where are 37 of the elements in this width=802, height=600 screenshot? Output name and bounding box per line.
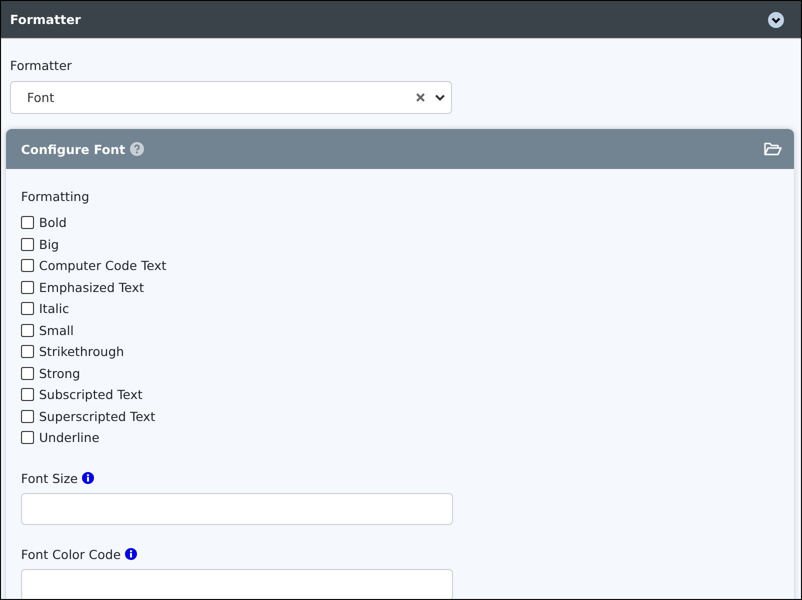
card-title: Configure Font bbox=[21, 142, 126, 156]
checkbox[interactable] bbox=[21, 324, 34, 337]
checkbox-label: Small bbox=[39, 322, 74, 338]
folder-icon[interactable] bbox=[764, 142, 782, 156]
checkbox[interactable] bbox=[21, 216, 34, 230]
checkbox-label: Bold bbox=[39, 215, 67, 230]
formatter-select[interactable]: Font bbox=[10, 81, 452, 114]
collapse-icon[interactable] bbox=[768, 12, 784, 28]
info-icon[interactable] bbox=[124, 548, 137, 560]
field-label: Formatter bbox=[10, 58, 72, 73]
checkbox-label: Emphasized Text bbox=[39, 280, 144, 295]
checkbox[interactable] bbox=[21, 259, 34, 272]
clear-icon[interactable] bbox=[416, 93, 425, 102]
input-field[interactable] bbox=[21, 492, 453, 524]
checkbox-label: Superscripted Text bbox=[39, 408, 156, 424]
checkbox[interactable] bbox=[21, 280, 34, 294]
checkbox[interactable] bbox=[21, 238, 34, 251]
field-label: Font Color Code bbox=[21, 546, 121, 562]
checkbox-label: Strong bbox=[39, 366, 80, 381]
checkbox[interactable] bbox=[21, 431, 34, 444]
checkbox[interactable] bbox=[21, 366, 34, 380]
checkbox[interactable] bbox=[21, 302, 34, 316]
info-icon[interactable] bbox=[82, 472, 94, 484]
checkbox-label: Computer Code Text bbox=[39, 258, 166, 274]
checkbox-label: Big bbox=[39, 236, 59, 252]
panel-title: Formatter bbox=[10, 12, 81, 27]
checkbox-label: Italic bbox=[39, 301, 70, 316]
checkbox-label: Underline bbox=[39, 430, 100, 446]
checkbox[interactable] bbox=[21, 345, 34, 358]
checkbox-label: Subscripted Text bbox=[39, 387, 143, 402]
checkbox[interactable] bbox=[21, 410, 34, 423]
group-label: Formatting bbox=[21, 189, 90, 204]
input-field[interactable] bbox=[21, 568, 453, 599]
caret-icon[interactable] bbox=[435, 94, 445, 101]
checkbox-label: Strikethrough bbox=[39, 344, 124, 360]
checkbox[interactable] bbox=[21, 388, 34, 402]
field-label: Font Size bbox=[21, 470, 78, 486]
